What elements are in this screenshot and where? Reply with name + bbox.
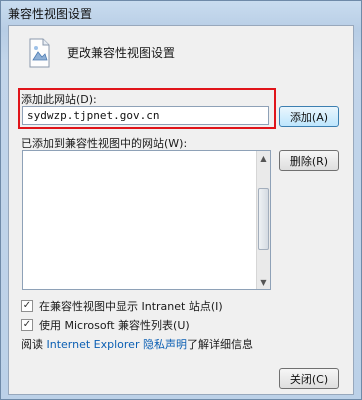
header-label: 更改兼容性视图设置: [67, 46, 176, 60]
scroll-thumb[interactable]: [258, 188, 269, 250]
remove-button[interactable]: 删除(R): [279, 150, 339, 171]
add-site-input[interactable]: [22, 106, 269, 125]
info-prefix: 阅读: [21, 338, 43, 351]
info-suffix: 了解详细信息: [186, 338, 253, 351]
dialog-body: 更改兼容性视图设置 添加此网站(D): 添加(A) 已添加到兼容性视图中的网站(…: [8, 25, 354, 395]
close-button[interactable]: 关闭(C): [279, 368, 339, 389]
add-site-label: 添加此网站(D):: [21, 93, 97, 106]
option-intranet[interactable]: ✓ 在兼容性视图中显示 Intranet 站点(I): [21, 298, 223, 314]
info-text: 阅读 Internet Explorer 隐私声明了解详细信息: [21, 336, 253, 352]
option-ms-list[interactable]: ✓ 使用 Microsoft 兼容性列表(U): [21, 317, 190, 333]
intranet-checkbox[interactable]: ✓: [21, 300, 33, 312]
window-title: 兼容性视图设置: [8, 7, 93, 21]
privacy-link[interactable]: 隐私声明: [143, 338, 187, 351]
scroll-up-arrow-icon[interactable]: ▲: [257, 151, 270, 165]
ie-link[interactable]: Internet Explorer: [47, 338, 140, 351]
add-button[interactable]: 添加(A): [279, 106, 339, 127]
dialog-window: 兼容性视图设置 更改兼容性视图设置 添加此网站(D): 添加(A) 已添加到兼容…: [0, 0, 362, 400]
site-list-label: 已添加到兼容性视图中的网站(W):: [21, 137, 188, 150]
site-list-scrollbar[interactable]: ▲ ▼: [256, 151, 270, 289]
intranet-label: 在兼容性视图中显示 Intranet 站点(I): [39, 300, 223, 313]
scroll-down-arrow-icon[interactable]: ▼: [257, 275, 270, 289]
site-list[interactable]: ▲ ▼: [22, 150, 271, 290]
ms-list-label: 使用 Microsoft 兼容性列表(U): [39, 319, 190, 332]
ms-list-checkbox[interactable]: ✓: [21, 319, 33, 331]
document-landscape-icon: [29, 38, 50, 68]
